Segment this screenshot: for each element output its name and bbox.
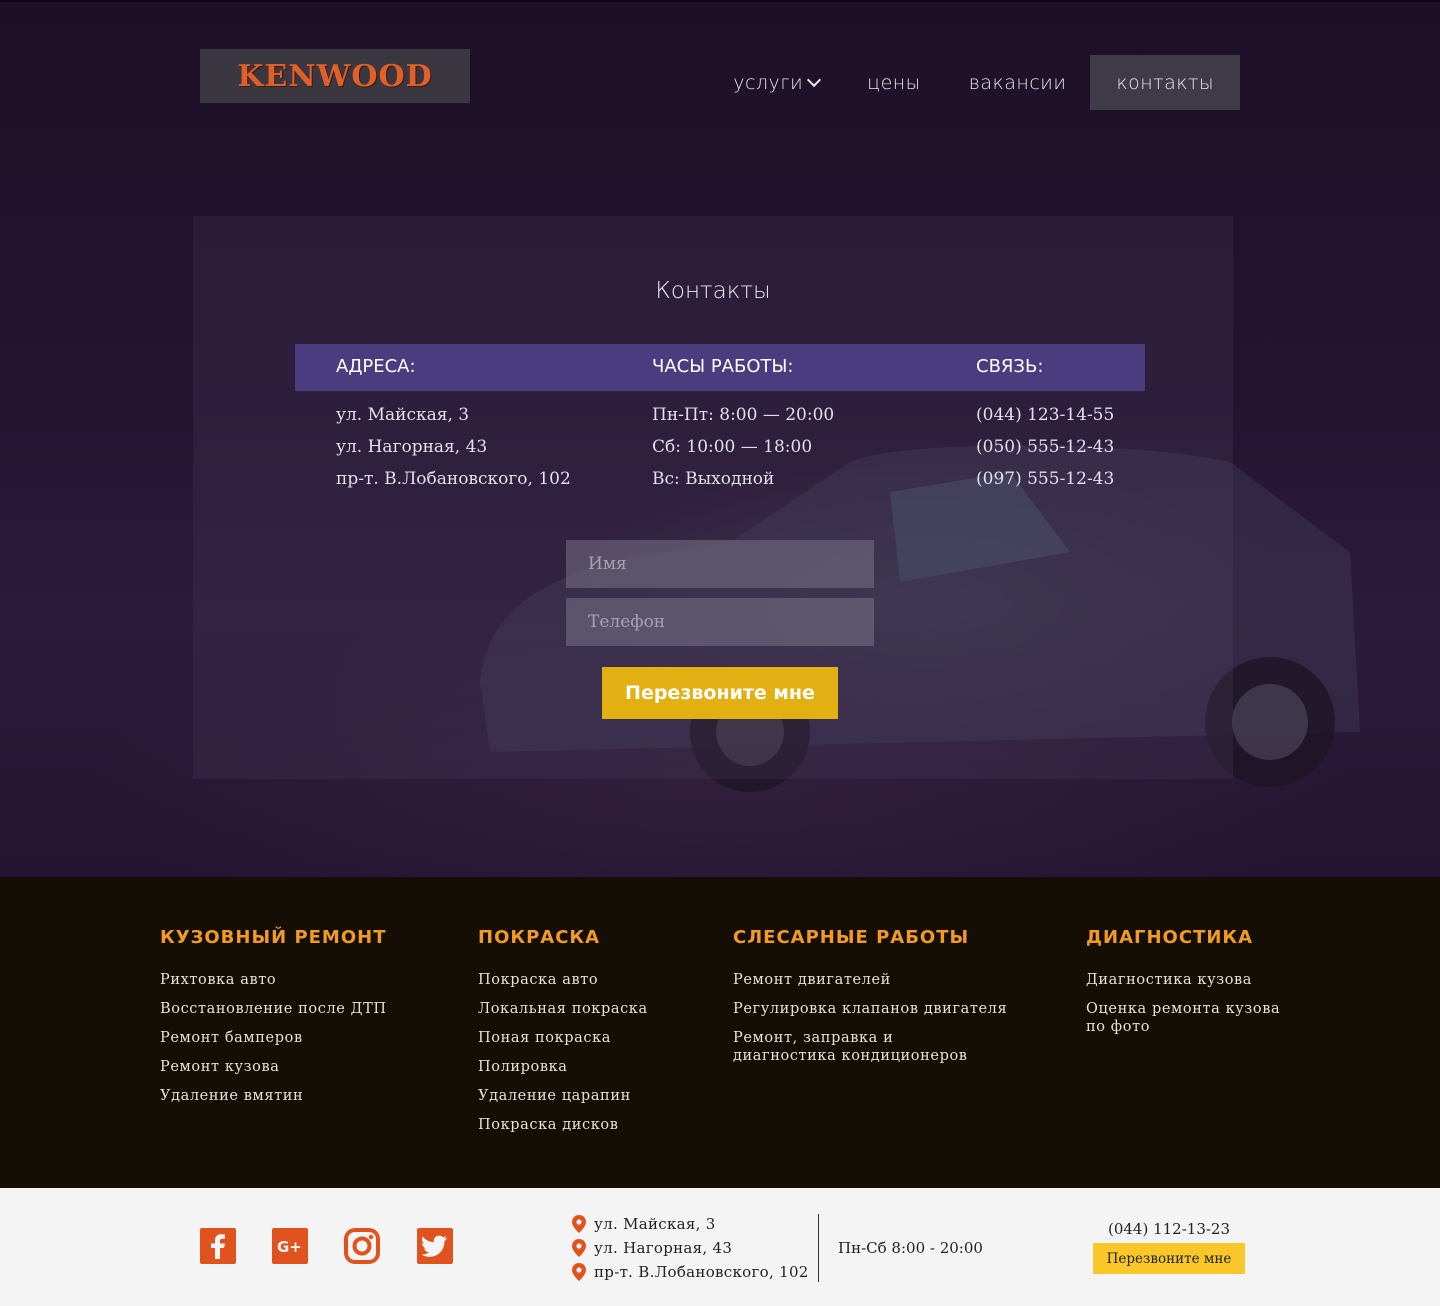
services-col-title: ДИАГНОСТИКА	[1086, 927, 1254, 948]
service-link[interactable]: Ремонт кузова	[160, 1058, 387, 1076]
nav-prices-label: цены	[867, 71, 921, 94]
phone-input[interactable]	[566, 598, 874, 646]
facebook-icon[interactable]	[200, 1228, 236, 1264]
hours-item: Вс: Выходной	[652, 469, 775, 489]
location-pin-icon	[572, 1215, 586, 1233]
services-col-body-repair: КУЗОВНЫЙ РЕМОНТ Рихтовка авто Восстановл…	[160, 927, 387, 1116]
contacts-panel: Контакты АДРЕСА: ЧАСЫ РАБОТЫ: СВЯЗЬ: ул.…	[193, 216, 1233, 779]
location-pin-icon	[572, 1239, 586, 1257]
services-col-mechanics: СЛЕСАРНЫЕ РАБОТЫ Ремонт двигателей Регул…	[733, 927, 1033, 1076]
phones-list: (044) 123-14-55 (050) 555-12-43 (097) 55…	[976, 402, 1114, 498]
kenwood-logo[interactable]: KENWOOD	[200, 49, 470, 103]
footer-address-row: пр-т. В.Лобановского, 102	[572, 1260, 809, 1284]
addresses-list: ул. Майская, 3 ул. Нагорная, 43 пр-т. В.…	[336, 402, 571, 498]
service-link[interactable]: Рихтовка авто	[160, 971, 387, 989]
service-link[interactable]: Ремонт двигателей	[733, 971, 1033, 989]
service-link[interactable]: Локальная покраска	[478, 1000, 648, 1018]
addresses-header: АДРЕСА:	[336, 356, 416, 377]
address-item: ул. Нагорная, 43	[336, 437, 488, 457]
phone-item[interactable]: (044) 123-14-55	[976, 402, 1114, 434]
google-plus-icon[interactable]: G+	[272, 1228, 308, 1264]
services-col-title: КУЗОВНЫЙ РЕМОНТ	[160, 927, 387, 948]
service-link[interactable]: Удаление царапин	[478, 1087, 648, 1105]
contacts-title: Контакты	[655, 278, 771, 304]
name-input[interactable]	[566, 540, 874, 588]
chevron-down-icon	[807, 72, 822, 87]
footer-address-text: ул. Нагорная, 43	[594, 1239, 733, 1257]
nav-vacancies[interactable]: вакансии	[945, 55, 1091, 110]
service-link[interactable]: Оценка ремонта кузова по фото	[1086, 1000, 1286, 1036]
main-nav: услуги цены вакансии контакты	[709, 55, 1240, 110]
hero-section: KENWOOD услуги цены вакансии контакты Ко…	[0, 0, 1440, 877]
address-item: ул. Майская, 3	[336, 405, 470, 425]
hours-item: Пн-Пт: 8:00 — 20:00	[652, 405, 835, 425]
nav-vacancies-label: вакансии	[968, 71, 1067, 94]
phone-item[interactable]: (097) 555-12-43	[976, 466, 1114, 498]
service-link[interactable]: Диагностика кузова	[1086, 971, 1296, 989]
hours-item: Сб: 10:00 — 18:00	[652, 437, 813, 457]
footer-address-text: пр-т. В.Лобановского, 102	[594, 1263, 809, 1281]
service-link[interactable]: Поная покраска	[478, 1029, 648, 1047]
service-link[interactable]: Покраска дисков	[478, 1116, 648, 1134]
service-link[interactable]: Восстановление после ДТП	[160, 1000, 387, 1018]
nav-services-label: услуги	[733, 71, 804, 94]
contact-header: СВЯЗЬ:	[976, 356, 1044, 377]
footer-callback-button[interactable]: Перезвоните мне	[1093, 1243, 1245, 1274]
contacts-info-bar: АДРЕСА: ЧАСЫ РАБОТЫ: СВЯЗЬ:	[295, 344, 1145, 391]
hours-list: Пн-Пт: 8:00 — 20:00 Сб: 10:00 — 18:00 Вс…	[652, 402, 834, 498]
service-link[interactable]: Ремонт бамперов	[160, 1029, 387, 1047]
services-col-title: ПОКРАСКА	[478, 927, 601, 948]
logo-text: KENWOOD	[237, 58, 433, 94]
hours-header: ЧАСЫ РАБОТЫ:	[652, 356, 794, 377]
location-pin-icon	[572, 1263, 586, 1281]
service-link[interactable]: Ремонт, заправка и диагностика кондицион…	[733, 1029, 973, 1065]
footer-address-text: ул. Майская, 3	[594, 1215, 716, 1233]
footer-divider	[818, 1214, 819, 1282]
footer-phone[interactable]: (044) 112-13-23	[1093, 1220, 1245, 1238]
services-col-title: СЛЕСАРНЫЕ РАБОТЫ	[733, 927, 970, 948]
service-link[interactable]: Удаление вмятин	[160, 1087, 387, 1105]
nav-services[interactable]: услуги	[709, 55, 843, 110]
services-col-painting: ПОКРАСКА Покраска авто Локальная покраск…	[478, 927, 648, 1145]
address-item: пр-т. В.Лобановского, 102	[336, 469, 571, 489]
service-link[interactable]: Полировка	[478, 1058, 648, 1076]
footer-address-row: ул. Нагорная, 43	[572, 1236, 809, 1260]
footer-hours: Пн-Сб 8:00 - 20:00	[838, 1239, 983, 1257]
twitter-icon[interactable]	[417, 1228, 453, 1264]
footer-address-row: ул. Майская, 3	[572, 1212, 809, 1236]
services-footer: КУЗОВНЫЙ РЕМОНТ Рихтовка авто Восстановл…	[0, 877, 1440, 1188]
service-link[interactable]: Покраска авто	[478, 971, 648, 989]
nav-prices[interactable]: цены	[843, 55, 945, 110]
service-link[interactable]: Регулировка клапанов двигателя	[733, 1000, 1033, 1018]
callback-button[interactable]: Перезвоните мне	[602, 667, 838, 719]
phone-item[interactable]: (050) 555-12-43	[976, 434, 1114, 466]
services-col-diagnostics: ДИАГНОСТИКА Диагностика кузова Оценка ре…	[1086, 927, 1296, 1047]
instagram-icon[interactable]	[344, 1228, 380, 1264]
bottom-bar: G+ ул. Майская, 3 ул. Нагорная, 43 пр-т.…	[0, 1188, 1440, 1306]
svg-text:G+: G+	[277, 1238, 302, 1256]
nav-contacts[interactable]: контакты	[1090, 55, 1240, 110]
footer-addresses: ул. Майская, 3 ул. Нагорная, 43 пр-т. В.…	[572, 1212, 809, 1284]
nav-contacts-label: контакты	[1116, 71, 1214, 94]
